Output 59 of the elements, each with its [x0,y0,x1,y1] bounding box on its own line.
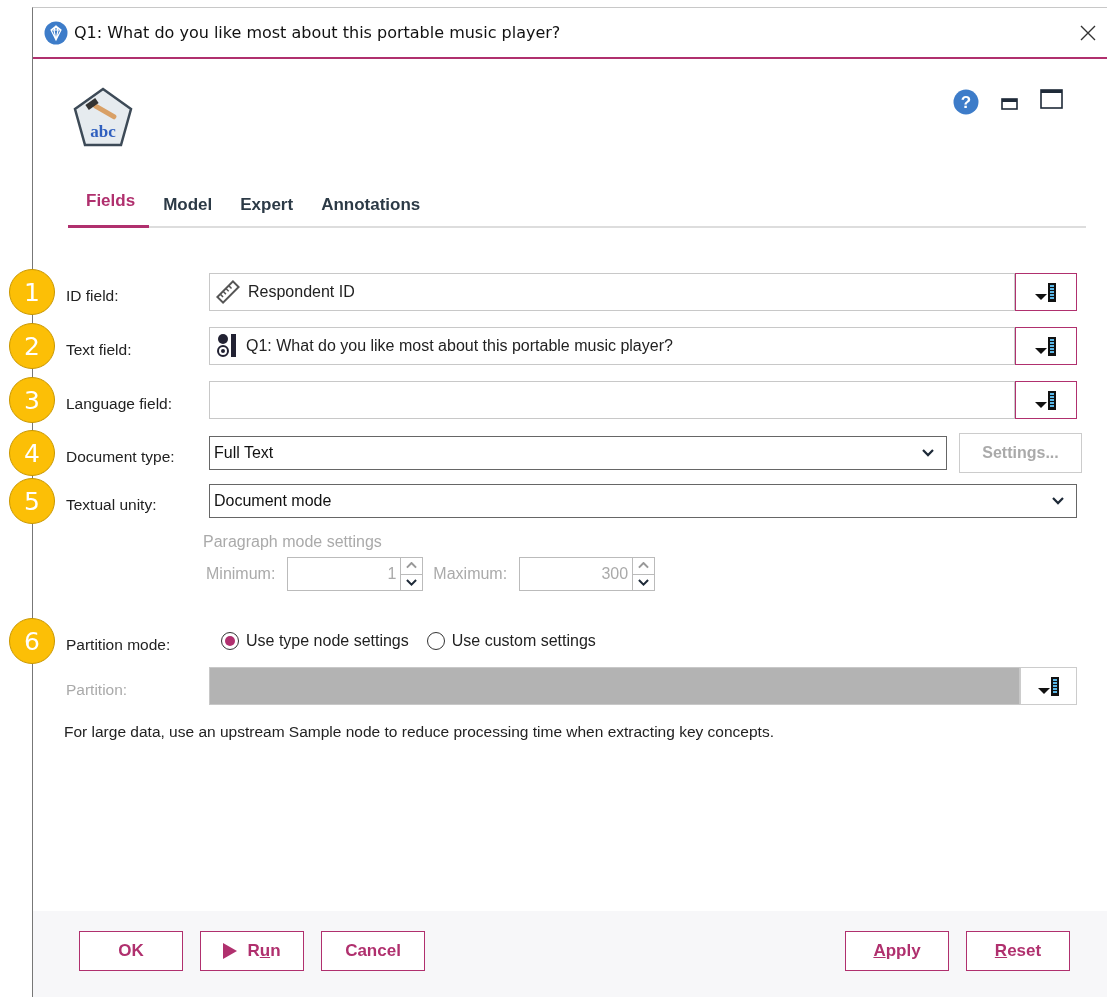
play-icon [223,943,238,959]
text-mining-node-icon: abc [72,87,134,149]
field-picker-button[interactable] [1015,273,1077,311]
field-picker-icon [1033,281,1059,303]
chevron-down-icon [638,578,650,586]
spin-arrows[interactable] [401,557,424,591]
field-picker-button[interactable] [1015,327,1077,365]
field-value: Respondent ID [248,283,355,301]
chevron-down-icon [406,578,418,586]
run-button[interactable]: Run [200,931,304,971]
app-icon [44,20,68,45]
callout-marker: 1 [9,269,55,315]
field-label: ID field: [66,286,120,305]
maximize-panel-icon[interactable] [1040,89,1063,109]
field-picker-icon [1033,335,1059,357]
tab[interactable]: Fields [68,187,150,228]
tab[interactable]: Model [149,187,227,228]
field-picker-button[interactable] [1015,381,1077,419]
chevron-down-icon [1052,497,1064,505]
field-value: Q1: What do you like most about this portable music player? [246,337,673,355]
dialog-button[interactable]: Apply [845,931,949,971]
field-label: Document type: [66,447,176,466]
chevron-up-icon [406,562,418,570]
field-label: Textual unity: [66,495,158,514]
section-heading: Paragraph mode settings [203,533,383,551]
ruler-icon [216,280,240,304]
dialog-button[interactable]: Reset [966,931,1070,971]
dialog-button[interactable]: OK [79,931,183,971]
spin-label: Maximum: [433,565,508,583]
callout-marker: 3 [9,377,55,423]
window-title: Q1: What do you like most about this portable music player? [74,23,562,42]
hint-text: For large data, use an upstream Sample node to reduce processing time when extracting key concepts. [64,723,775,741]
radio-option[interactable]: Use custom settings [426,632,596,650]
field-label: Partition: [66,680,129,699]
chevron-up-icon [638,562,650,570]
radio-option[interactable]: Use type node settings [221,632,409,650]
close-icon [1080,24,1096,41]
field-input[interactable]: Q1: What do you like most about this portable music player? [209,327,1015,365]
callout-marker: 2 [9,323,55,369]
field-picker-icon [1033,389,1059,411]
field-input[interactable]: Respondent ID [209,273,1015,311]
minimize-panel-icon[interactable] [1001,98,1018,110]
tab[interactable]: Annotations [307,187,435,228]
dropdown[interactable]: Document mode [209,484,1077,518]
dropdown[interactable]: Full Text [209,436,947,470]
help-icon[interactable]: ? [953,89,979,115]
field-input[interactable] [209,381,1015,419]
callout-marker: 4 [9,430,55,476]
dialog-button[interactable]: Cancel [321,931,425,971]
callout-marker: 5 [9,478,55,524]
field-label: Partition mode: [66,635,172,654]
tab[interactable]: Expert [226,187,308,228]
field-label: Language field: [66,394,173,413]
field-label: Text field: [66,340,133,359]
set-icon [216,333,238,359]
spin-label: Minimum: [206,565,276,583]
callout-marker: 6 [9,618,55,664]
chevron-down-icon [922,449,934,457]
spin-arrows[interactable] [633,557,656,591]
